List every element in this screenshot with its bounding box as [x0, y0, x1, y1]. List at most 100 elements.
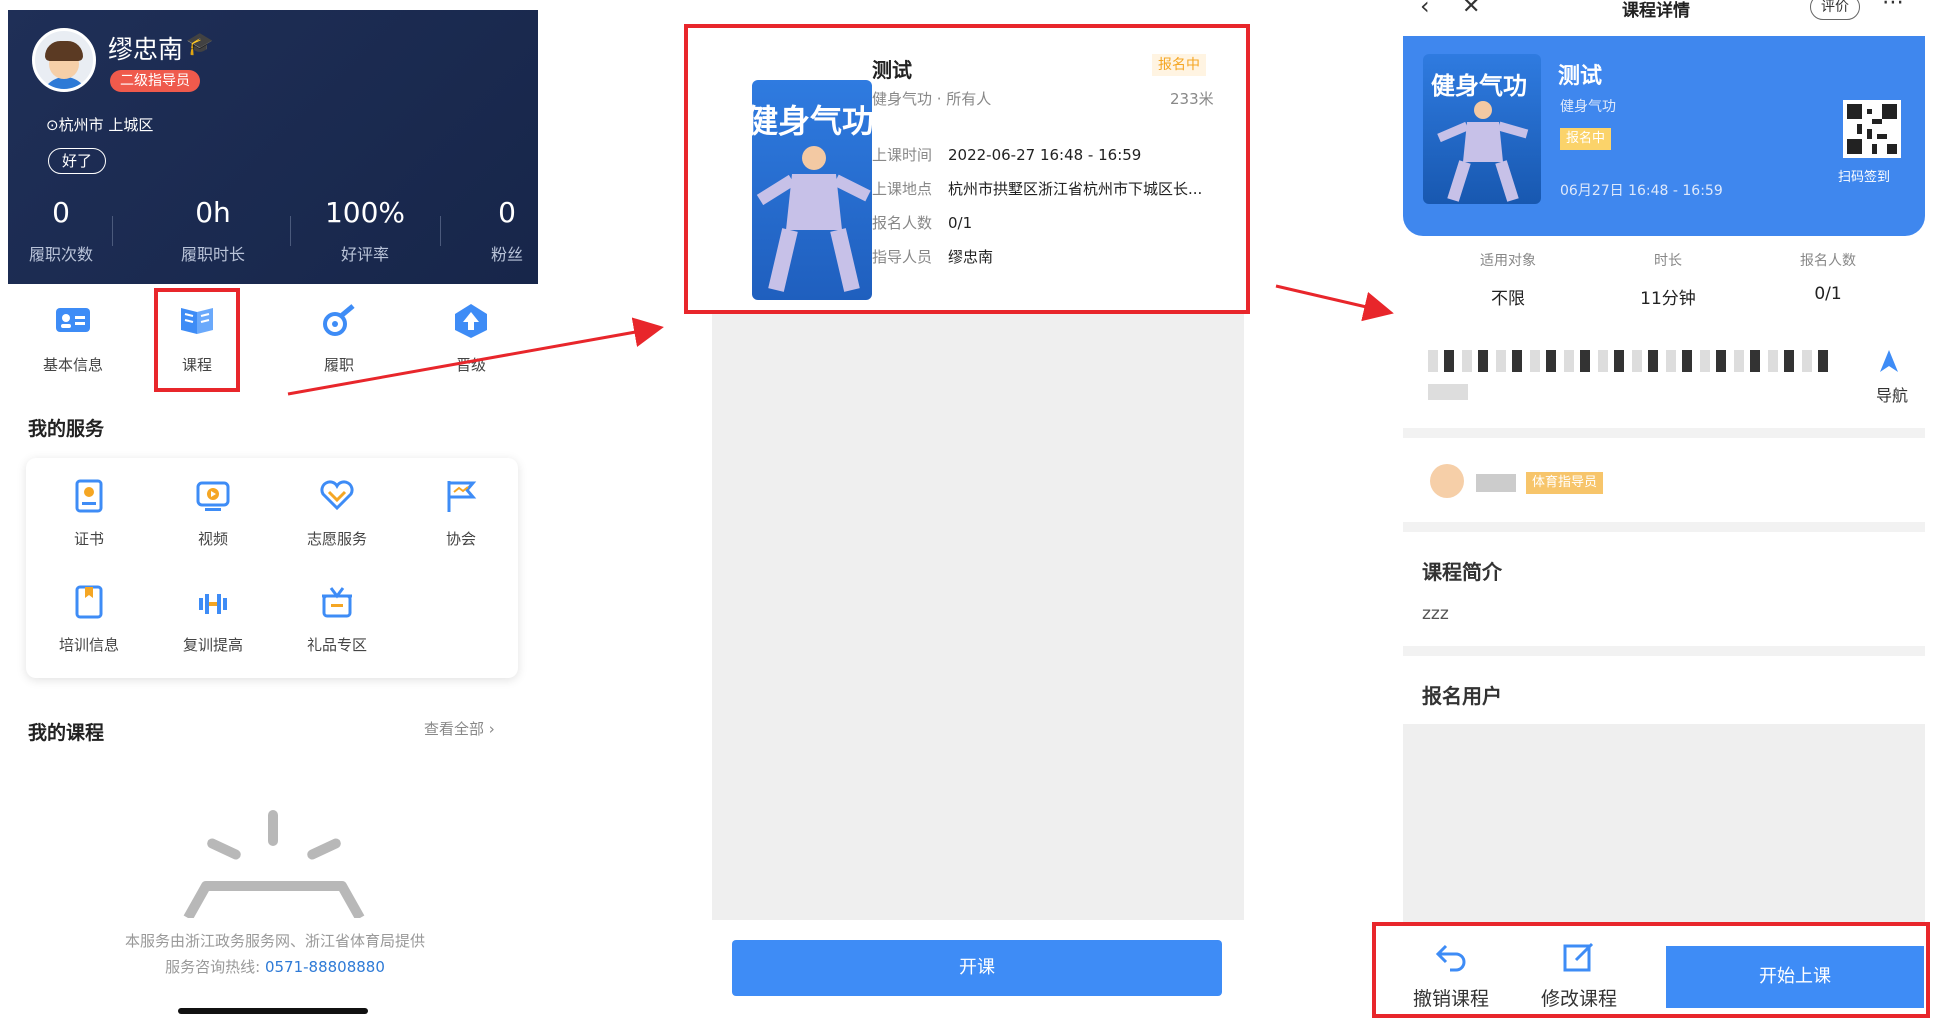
navigation-icon[interactable] [1878, 348, 1900, 374]
course-time: 06月27日 16:48 - 16:59 [1560, 183, 1723, 199]
quick-label: 履职 [323, 356, 354, 374]
stat-value: 0h [195, 196, 231, 229]
stat-fans[interactable]: 0 粉丝 [442, 196, 572, 265]
navigation-label[interactable]: 导航 [1876, 382, 1908, 406]
status-badge: 报名中 [1560, 128, 1612, 150]
stat-duty-hours[interactable]: 0h 履职时长 [148, 196, 278, 265]
stat-label: 粉丝 [490, 245, 523, 264]
section-divider [1403, 522, 1925, 532]
service-retraining[interactable]: 复训提高 [158, 584, 268, 655]
info-value: 11分钟 [1640, 289, 1696, 309]
whistle-icon [323, 304, 355, 336]
profile-header: 缪忠南 🎓 二级指导员 ⊙杭州市 上城区 好了 0 履职次数 0h 履职时长 100… [8, 10, 538, 284]
avatar[interactable] [32, 28, 96, 92]
qr-code-icon[interactable] [1843, 100, 1901, 158]
video-icon [196, 481, 230, 511]
service-gifts[interactable]: 礼品专区 [282, 584, 392, 655]
stat-label: 履职次数 [28, 245, 93, 264]
blurred-address [1428, 350, 1828, 372]
hotline-prefix: 服务咨询热线: [165, 958, 261, 976]
quick-upgrade[interactable]: 晋级 [426, 300, 516, 375]
dumbbell-icon [199, 594, 227, 614]
quick-course[interactable]: 课程 [152, 300, 242, 375]
service-association[interactable]: 协会 [406, 478, 516, 549]
quick-duty[interactable]: 履职 [294, 300, 384, 375]
service-label: 志愿服务 [306, 530, 367, 548]
gift-icon [322, 587, 352, 618]
intro-text: zzz [1422, 604, 1449, 624]
quick-label: 课程 [181, 356, 212, 374]
stat-value: 0 [52, 196, 70, 229]
service-label: 视频 [197, 530, 228, 548]
service-video[interactable]: 视频 [158, 478, 268, 549]
service-label: 复训提高 [182, 636, 243, 654]
stat-label: 履职时长 [180, 245, 245, 264]
course-card-highlight [684, 24, 1250, 314]
scan-signin-label: 扫码签到 [1838, 170, 1891, 185]
more-icon[interactable]: ⋯ [1882, 0, 1904, 15]
course-thumbnail: 健身气功 [1423, 54, 1541, 204]
location-pin-icon: ⊙ [46, 116, 59, 134]
hotline-number[interactable]: 0571-88808880 [265, 958, 385, 976]
service-label: 礼品专区 [306, 636, 367, 654]
certificate-icon [75, 479, 103, 513]
course-list-screen: 健身气功 测试 报名中 健身气功 · 所有人 233米 上课时间 2022-06-… [670, 0, 1258, 1020]
stat-value: 0 [498, 196, 516, 229]
course-title: 测试 [1558, 64, 1603, 89]
open-course-button[interactable]: 开课 [732, 940, 1222, 996]
coach-tag: 体育指导员 [1526, 472, 1604, 494]
book-icon [181, 308, 213, 334]
info-key: 适用对象 [1480, 253, 1536, 269]
qr-pattern [1847, 104, 1897, 154]
page-title: 课程详情 [1622, 1, 1690, 21]
info-key: 时长 [1654, 253, 1682, 269]
info-audience: 适用对象 不限 [1428, 250, 1588, 309]
action-bar-highlight [1372, 922, 1930, 1018]
review-button[interactable]: 评价 [1810, 0, 1860, 20]
heart-hands-icon [320, 480, 354, 511]
quick-label: 基本信息 [42, 356, 103, 374]
list-background [712, 292, 1244, 920]
stat-value: 100% [324, 196, 406, 229]
service-volunteer[interactable]: 志愿服务 [282, 478, 392, 549]
signup-users-area [1403, 724, 1925, 924]
service-certificate[interactable]: 证书 [34, 478, 144, 549]
stat-duty-count[interactable]: 0 履职次数 [0, 196, 126, 265]
location-text: 杭州市 上城区 [58, 116, 154, 134]
see-all-link[interactable]: 查看全部 › [424, 718, 495, 739]
empty-box-icon [183, 810, 365, 918]
stat-divider [290, 216, 291, 246]
id-card-icon [56, 308, 90, 332]
footer-hotline: 服务咨询热线: 0571-88808880 [60, 956, 490, 977]
blurred-coach-name [1476, 474, 1516, 492]
section-divider [1403, 646, 1925, 656]
footer-provider: 本服务由浙江政务服务网、浙江省体育局提供 [124, 932, 425, 950]
coach-avatar[interactable] [1430, 464, 1464, 498]
flag-icon [447, 481, 477, 512]
quick-basic-info[interactable]: 基本信息 [28, 300, 118, 375]
info-duration: 时长 11分钟 [1588, 250, 1748, 309]
info-value: 0/1 [1814, 284, 1842, 304]
top-bar: ‹ ✕ 课程详情 评价 ⋯ [1370, 0, 1936, 26]
service-label: 证书 [73, 530, 104, 548]
instructor-hat-icon: 🎓 [186, 32, 214, 57]
level-badge: 二级指导员 [110, 70, 200, 92]
service-label: 协会 [445, 530, 476, 548]
stat-label: 好评率 [340, 245, 389, 264]
close-icon[interactable]: ✕ [1462, 0, 1480, 19]
info-key: 报名人数 [1800, 253, 1856, 269]
blurred-address-line2 [1428, 384, 1468, 400]
section-divider [1403, 428, 1925, 438]
bookmark-icon [75, 585, 103, 619]
back-icon[interactable]: ‹ [1420, 0, 1430, 20]
status-button[interactable]: 好了 [48, 148, 106, 174]
courses-title: 我的课程 [28, 722, 105, 744]
info-signups: 报名人数 0/1 [1748, 250, 1908, 304]
location: ⊙杭州市 上城区 [46, 114, 153, 135]
stat-rating[interactable]: 100% 好评率 [300, 196, 430, 265]
service-training-info[interactable]: 培训信息 [34, 584, 144, 655]
stat-divider [112, 216, 113, 246]
home-indicator [178, 1008, 368, 1014]
upgrade-icon [455, 304, 487, 338]
stat-divider [440, 216, 441, 246]
